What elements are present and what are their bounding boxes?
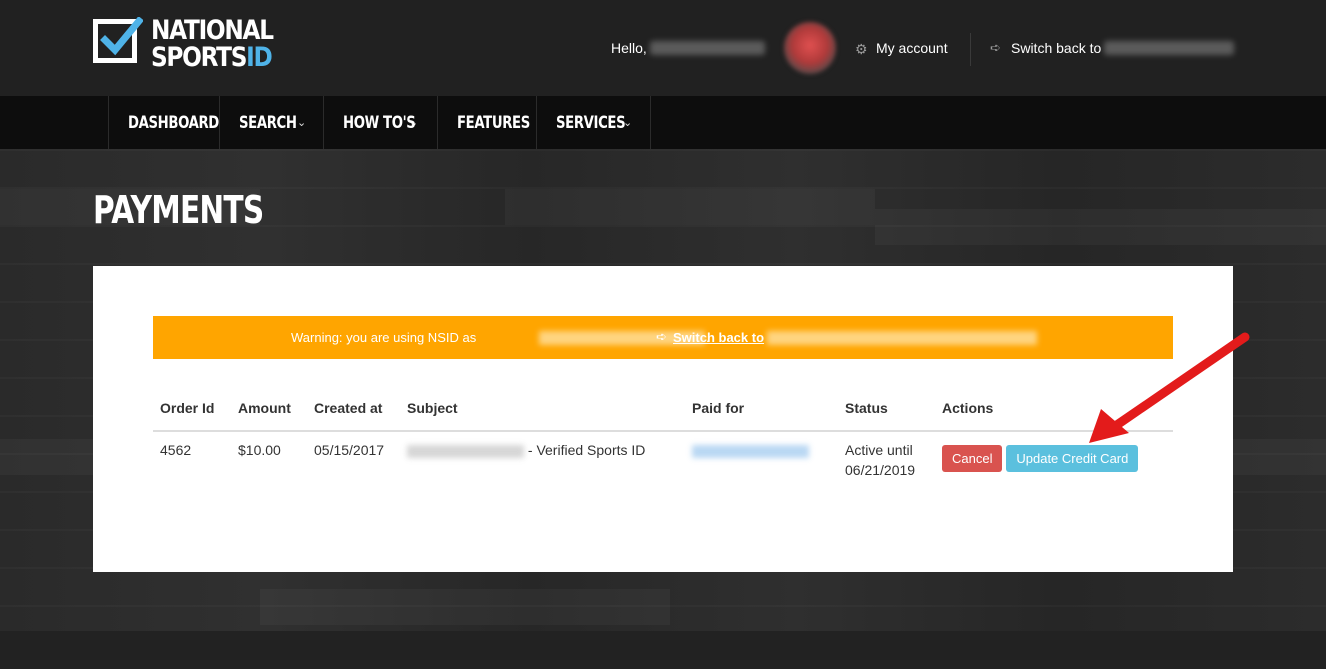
- wood-plank: [505, 189, 875, 225]
- nav-dashboard[interactable]: DASHBOARD: [109, 96, 220, 149]
- subject-suffix: - Verified Sports ID: [527, 442, 646, 458]
- main-nav: DASHBOARD SEARCH ⌄ HOW TO'S ⌄ FEATURES S…: [0, 96, 1326, 149]
- paid-for-link-redacted[interactable]: [692, 444, 809, 458]
- chevron-down-icon: ⌄: [297, 116, 307, 129]
- wood-plank: [260, 589, 670, 625]
- page-footer: [0, 631, 1326, 669]
- subject-name-redacted: [407, 444, 524, 458]
- subject-cell: - Verified Sports ID: [400, 430, 685, 506]
- wood-plank: [875, 209, 1326, 245]
- wood-plank: [0, 439, 93, 475]
- table-header-row: Order Id Amount Created at Subject Paid …: [153, 386, 1173, 432]
- table-row: 4562 $10.00 05/15/2017 - Verified Sports…: [153, 430, 1173, 506]
- payments-table: Order Id Amount Created at Subject Paid …: [153, 386, 1173, 506]
- logo-checkmark-icon: [100, 17, 143, 56]
- nav-services[interactable]: SERVICES ⌄: [537, 96, 651, 149]
- nav-label: HOW TO'S: [343, 112, 416, 133]
- payments-card: Warning: you are using NSID as . ➪ Switc…: [93, 266, 1233, 572]
- top-header: NATIONAL SPORTSID Hello, ⚙ My account ➪ …: [0, 0, 1326, 96]
- amount: $10.00: [231, 430, 307, 506]
- status-line2: 06/21/2019: [845, 462, 916, 478]
- nav-how-tos[interactable]: HOW TO'S ⌄: [324, 96, 438, 149]
- paid-for-cell: [685, 430, 838, 506]
- logo-word-sportsid: SPORTSID: [151, 42, 273, 73]
- nav-search[interactable]: SEARCH ⌄: [220, 96, 324, 149]
- col-amount: Amount: [231, 386, 307, 432]
- nav-label: SEARCH: [239, 112, 297, 133]
- nav-label: DASHBOARD: [128, 112, 219, 133]
- gear-icon: ⚙: [855, 41, 868, 57]
- header-divider: [970, 33, 971, 66]
- page-title: PAYMENTS: [93, 188, 264, 232]
- status-line1: Active until: [845, 442, 913, 458]
- nav-label: FEATURES: [457, 112, 530, 133]
- switch-user-icon: ➪: [656, 329, 667, 344]
- col-subject: Subject: [400, 386, 685, 432]
- switch-back-link[interactable]: Switch back to: [1011, 40, 1101, 56]
- impersonation-warning: Warning: you are using NSID as . ➪ Switc…: [153, 316, 1173, 359]
- nav-label: SERVICES: [556, 112, 626, 133]
- nav-list: DASHBOARD SEARCH ⌄ HOW TO'S ⌄ FEATURES S…: [108, 96, 651, 149]
- col-order-id: Order Id: [153, 386, 231, 432]
- my-account-link[interactable]: My account: [876, 40, 948, 56]
- switch-user-icon: ➪: [990, 40, 1001, 55]
- switch-back-target-redacted: [767, 331, 1037, 345]
- warning-switch-back-link[interactable]: Switch back to: [673, 330, 764, 345]
- user-name-redacted: [650, 41, 765, 55]
- national-sports-id-logo[interactable]: NATIONAL SPORTSID: [93, 16, 275, 75]
- col-paid-for: Paid for: [685, 386, 838, 432]
- warning-text: Warning: you are using NSID as: [291, 330, 477, 345]
- red-arrow-annotation: [1089, 332, 1250, 443]
- nav-features[interactable]: FEATURES: [438, 96, 537, 149]
- hello-label: Hello,: [611, 40, 647, 56]
- created-at: 05/15/2017: [307, 430, 400, 506]
- cancel-button[interactable]: Cancel: [942, 445, 1003, 472]
- col-status: Status: [838, 386, 935, 432]
- switch-back-name-redacted: [1104, 41, 1234, 55]
- status-cell: Active until 06/21/2019: [838, 430, 935, 506]
- col-created-at: Created at: [307, 386, 400, 432]
- avatar[interactable]: [784, 22, 836, 74]
- order-id: 4562: [153, 430, 231, 506]
